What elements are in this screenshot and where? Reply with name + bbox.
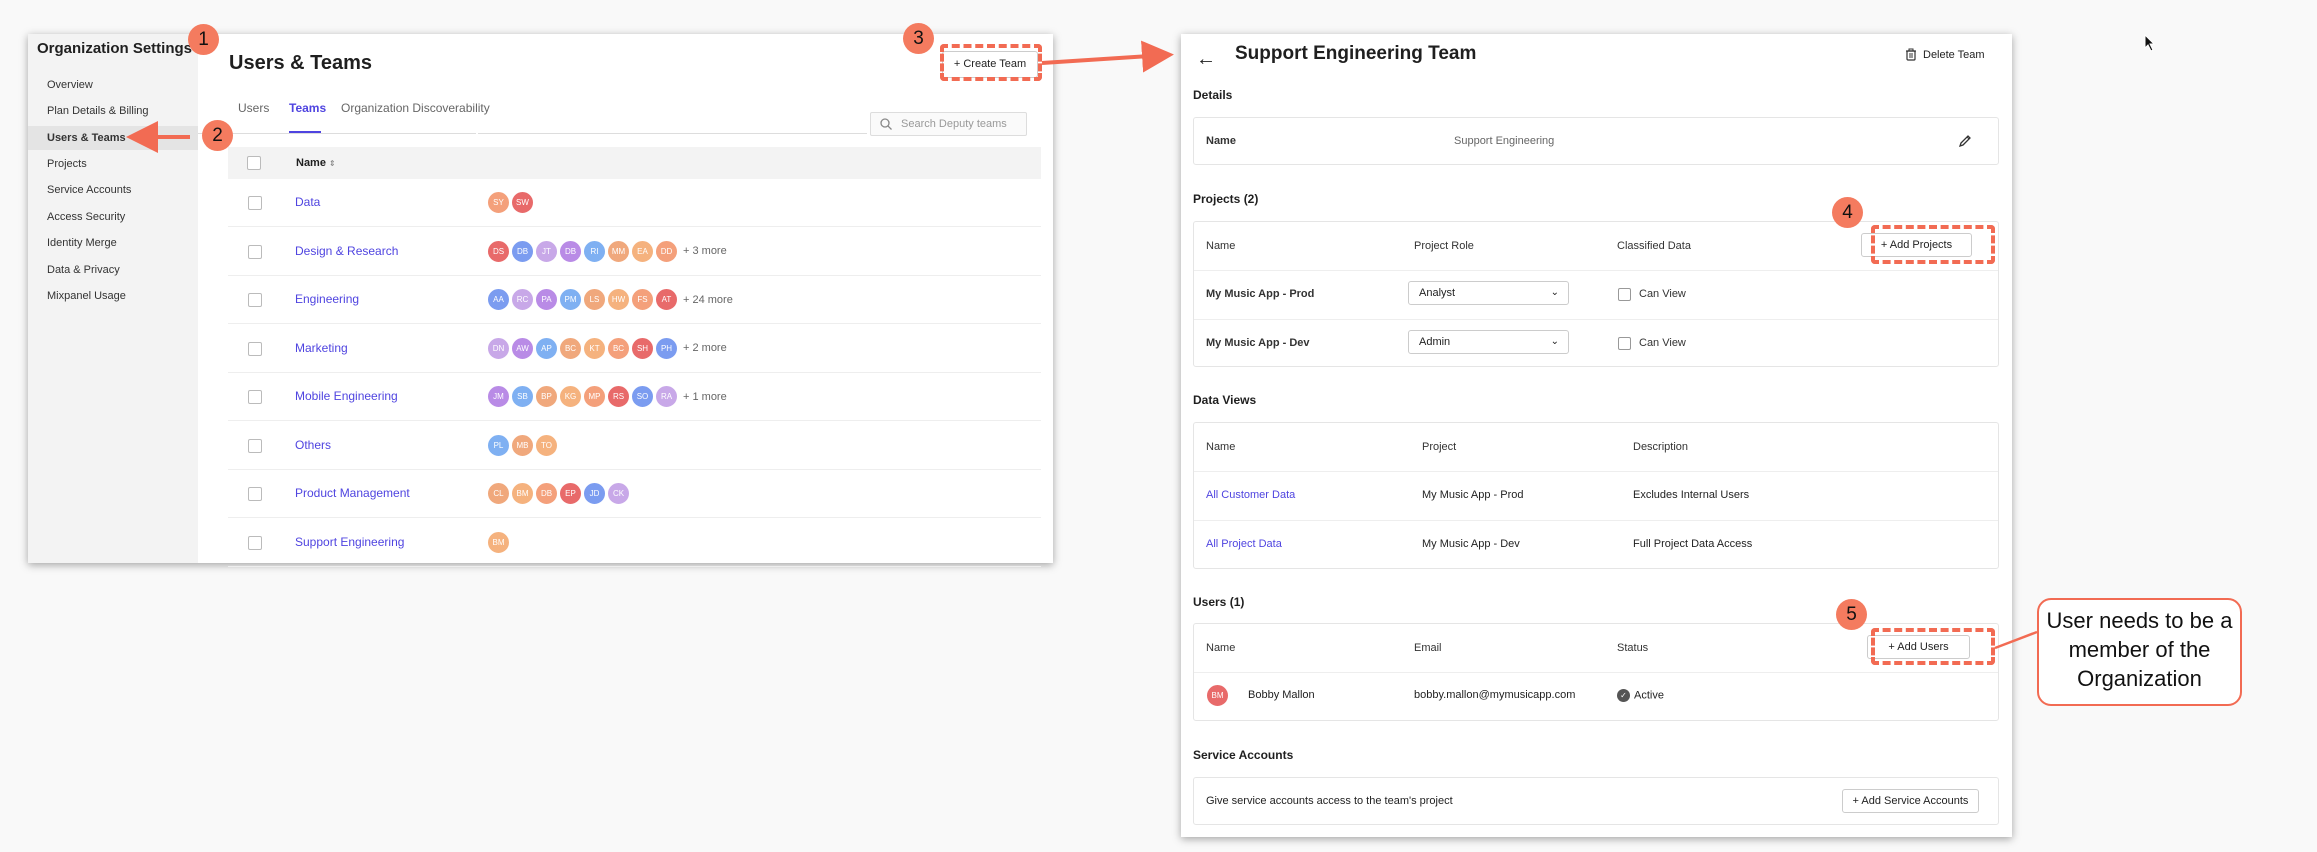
- callout-pointer: [1994, 630, 2038, 650]
- arrow-to-team-detail: [1041, 40, 1174, 73]
- callout-note: User needs to be a member of the Organiz…: [2037, 598, 2242, 706]
- mouse-cursor-icon: [2144, 34, 2156, 52]
- annotation-arrows: [126, 40, 2038, 650]
